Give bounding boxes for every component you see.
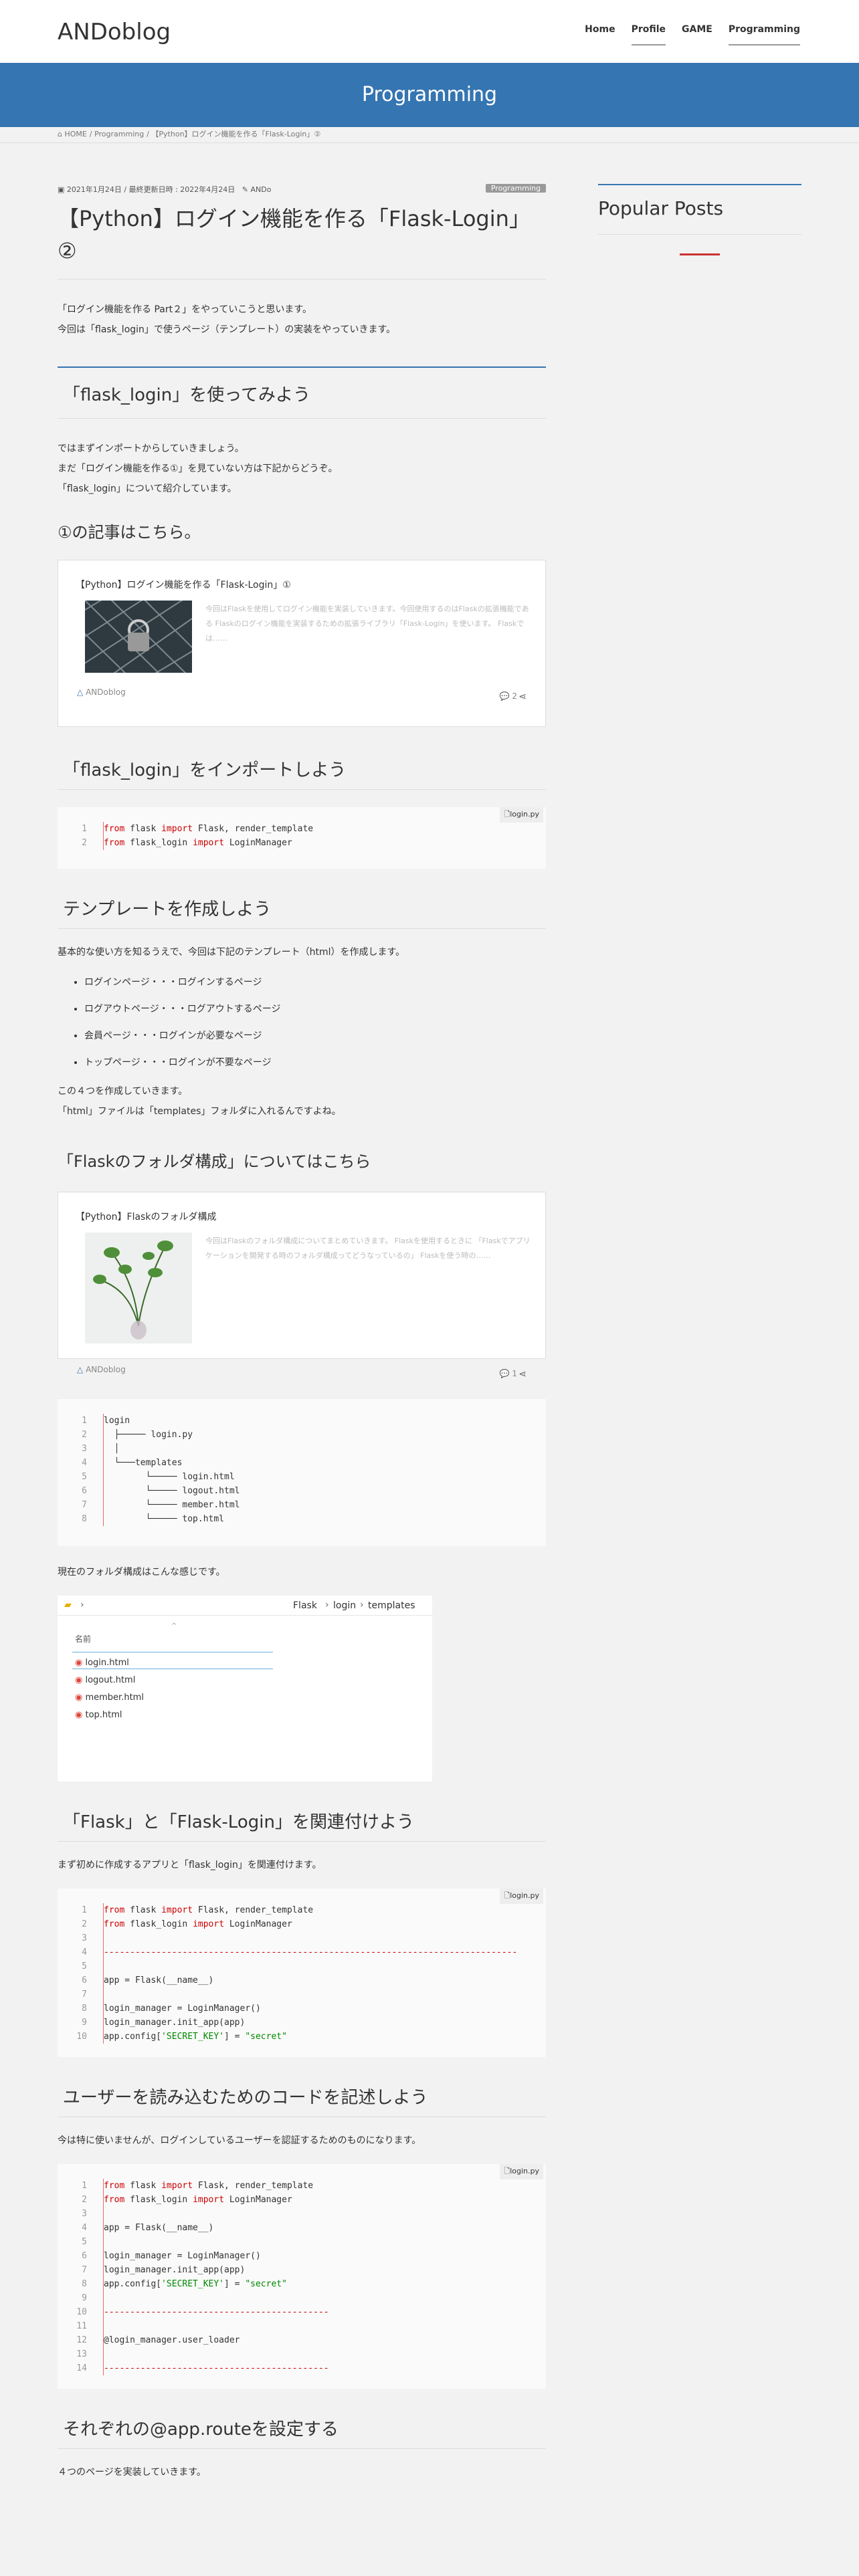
line-numbers: 12 — [82, 824, 87, 848]
sidebar: Popular Posts — [598, 184, 801, 255]
padlock-fence-thumbnail[interactable] — [85, 601, 192, 673]
section-heading: ユーザーを読み込むためのコードを記述しよう — [58, 2084, 546, 2117]
line-numbers: 1 2 3 4 5 6 7 8 9 10 11 12 13 14 — [76, 2181, 87, 2373]
breadcrumb: ⌂ HOME / Programming / 【Python】ログイン機能を作る「F… — [0, 127, 859, 143]
code-text: login ├───── login.py │ └───templates └─… — [103, 1414, 240, 1526]
file-item[interactable]: ◉ top.html — [75, 1707, 144, 1724]
share-icon[interactable]: ⋖ — [518, 1369, 527, 1380]
code-block: 🗋login.py 1 2 3 4 5 6 7 8 9 10 11 12 13 14 from flask… — [58, 2164, 546, 2389]
article: ▣ 2021年1月24日 / 最終更新日時 : 2022年4月24日 ✎ AND… — [58, 184, 546, 2482]
file-item[interactable]: ◉ member.html — [75, 1689, 144, 1707]
popular-posts-title: Popular Posts — [598, 184, 801, 235]
card-title[interactable]: 【Python】ログイン機能を作る「Flask-Login」① — [76, 578, 291, 591]
crumb-current: 【Python】ログイン機能を作る「Flask-Login」② — [151, 130, 321, 138]
template-list: ログインページ・・・ログインするページ ログアウトページ・・・ログアウトするペー… — [58, 969, 546, 1076]
card-title[interactable]: 【Python】Flaskのフォルダ構成 — [76, 1210, 216, 1223]
crumb-home[interactable]: ⌂ HOME — [58, 130, 87, 138]
category-badge[interactable]: Programming — [485, 184, 546, 193]
section-heading: 「Flask」と「Flask-Login」を関連付けよう — [58, 1808, 546, 1842]
explorer-screenshot: ▰ › Flask › login › templates ^ 名前 ◉ log… — [58, 1596, 432, 1782]
list-item: ログアウトページ・・・ログアウトするページ — [84, 996, 546, 1023]
file-item[interactable]: ◉ logout.html — [75, 1672, 144, 1689]
chevron-right-icon: › — [325, 1600, 329, 1610]
main-nav: Home Profile GAME Programming — [569, 24, 800, 45]
nav-profile[interactable]: Profile — [631, 24, 666, 45]
section-heading: 「flask_login」を使ってみよう — [58, 366, 546, 419]
section-heading: テンプレートを作成しよう — [58, 895, 546, 929]
sub-heading: 「Flaskのフォルダ構成」についてはこちら — [58, 1152, 371, 1171]
nav-home[interactable]: Home — [585, 24, 615, 45]
paragraph: 今は特に使いませんが、ログインしているユーザーを認証するためのものになります。 — [58, 2135, 421, 2146]
post-meta: ▣ 2021年1月24日 / 最終更新日時 : 2022年4月24日 ✎ AND… — [58, 184, 546, 195]
line-numbers: 12345678 — [82, 1416, 87, 1524]
section-heading: 「flask_login」をインポートしよう — [58, 756, 546, 790]
code-text: from flask import Flask, render_template… — [103, 1903, 517, 2044]
intro-line: 「ログイン機能を作る Part２」をやっていこうと思います。 — [58, 304, 312, 315]
comment-count[interactable]: 💬 2 — [500, 691, 517, 701]
nav-game[interactable]: GAME — [682, 24, 712, 45]
chevron-right-icon: › — [80, 1600, 84, 1610]
chevron-right-icon: › — [360, 1600, 364, 1610]
post-title: 【Python】ログイン機能を作る「Flask-Login」② — [58, 203, 546, 280]
code-text: from flask import Flask, render_template… — [103, 2179, 329, 2375]
code-block: 🗋login.py 1 2 3 4 5 6 7 8 9 10 from flask import … — [58, 1889, 546, 2057]
paragraph: まだ「ログイン機能を作る①」を見ていない方は下記からどうぞ。 — [58, 463, 338, 474]
paragraph: まず初めに作成するアプリと「flask_login」を関連付けます。 — [58, 1860, 322, 1870]
paragraph: 基本的な使い方を知るうえで、今回は下記のテンプレート（html）を作成します。 — [58, 947, 405, 958]
nav-programming[interactable]: Programming — [728, 24, 800, 45]
post-author[interactable]: ✎ ANDo — [242, 185, 272, 194]
chrome-icon: ◉ — [75, 1658, 83, 1668]
list-item: トップページ・・・ログインが不要なページ — [84, 1049, 546, 1076]
file-item[interactable]: ◉ login.html — [75, 1654, 144, 1672]
code-text: from flask import Flask, render_template… — [103, 822, 313, 850]
path-segment: Flask — [293, 1600, 317, 1611]
card-brand: △ ANDoblog — [77, 687, 126, 697]
site-logo[interactable]: ANDoblog — [58, 19, 171, 45]
section-heading: それぞれの@app.routeを設定する — [58, 2416, 546, 2449]
category-banner: Programming — [0, 63, 859, 127]
column-header-name: 名前 — [75, 1634, 92, 1644]
paragraph: この４つを作成していきます。 — [58, 1086, 188, 1097]
code-block-tree: 12345678 login ├───── login.py │ └───tem… — [58, 1399, 546, 1546]
paragraph: ４つのページを実装していきます。 — [58, 2467, 206, 2478]
code-filename: 🗋login.py — [500, 807, 543, 823]
card-excerpt: 今回はFlaskを使用してログイン機能を実装していきます。今回使用するのはFla… — [205, 605, 529, 643]
code-block: 🗋login.py 12 from flask import Flask, re… — [58, 807, 546, 869]
code-filename: 🗋login.py — [500, 1889, 543, 1904]
code-filename: 🗋login.py — [500, 2164, 543, 2179]
comment-count[interactable]: 💬 1 — [500, 1369, 517, 1378]
folder-icon: ▰ — [64, 1600, 72, 1610]
sort-arrow-icon: ^ — [171, 1622, 177, 1630]
chrome-icon: ◉ — [75, 1710, 83, 1720]
blog-card[interactable]: 【Python】ログイン機能を作る「Flask-Login」① 今回はFlask… — [58, 560, 546, 727]
loading-bar — [680, 253, 720, 255]
path-segment: login — [333, 1600, 357, 1611]
share-icon[interactable]: ⋖ — [518, 691, 527, 702]
paragraph: 現在のフォルダ構成はこんな感じです。 — [58, 1567, 225, 1578]
path-segment: templates — [368, 1600, 415, 1611]
paragraph: 「html」ファイルは「templates」フォルダに入れるんですよね。 — [58, 1106, 341, 1117]
paragraph: ではまずインポートからしていきましょう。 — [58, 443, 244, 454]
file-list: ◉ login.html ◉ logout.html ◉ member.html… — [75, 1654, 144, 1724]
site-header: ANDoblog Home Profile GAME Programming — [0, 0, 859, 63]
line-numbers: 1 2 3 4 5 6 7 8 9 10 — [76, 1905, 87, 2042]
intro-line: 今回は「flask_login」で使うページ（テンプレート）の実装をやっていきま… — [58, 324, 396, 335]
post-date: ▣ 2021年1月24日 / 最終更新日時 : 2022年4月24日 — [58, 185, 235, 194]
paragraph: 「flask_login」について紹介しています。 — [58, 484, 237, 494]
card-brand: △ ANDoblog — [77, 1365, 126, 1374]
crumb-programming[interactable]: Programming — [94, 130, 144, 138]
plant-vase-thumbnail[interactable] — [85, 1232, 192, 1344]
chrome-icon: ◉ — [75, 1693, 83, 1703]
blog-card[interactable]: 【Python】Flaskのフォルダ構成 今回はFlaskのフォルダ構成について… — [58, 1192, 546, 1380]
sub-heading: ①の記事はこちら。 — [58, 523, 201, 542]
card-excerpt: 今回はFlaskのフォルダ構成についてまとめていきます。 Flaskを使用すると… — [205, 1237, 531, 1260]
list-item: ログインページ・・・ログインするページ — [84, 969, 546, 996]
chrome-icon: ◉ — [75, 1675, 83, 1685]
list-item: 会員ページ・・・ログインが必要なページ — [84, 1023, 546, 1049]
explorer-address-bar: ▰ › Flask › login › templates — [58, 1596, 432, 1616]
